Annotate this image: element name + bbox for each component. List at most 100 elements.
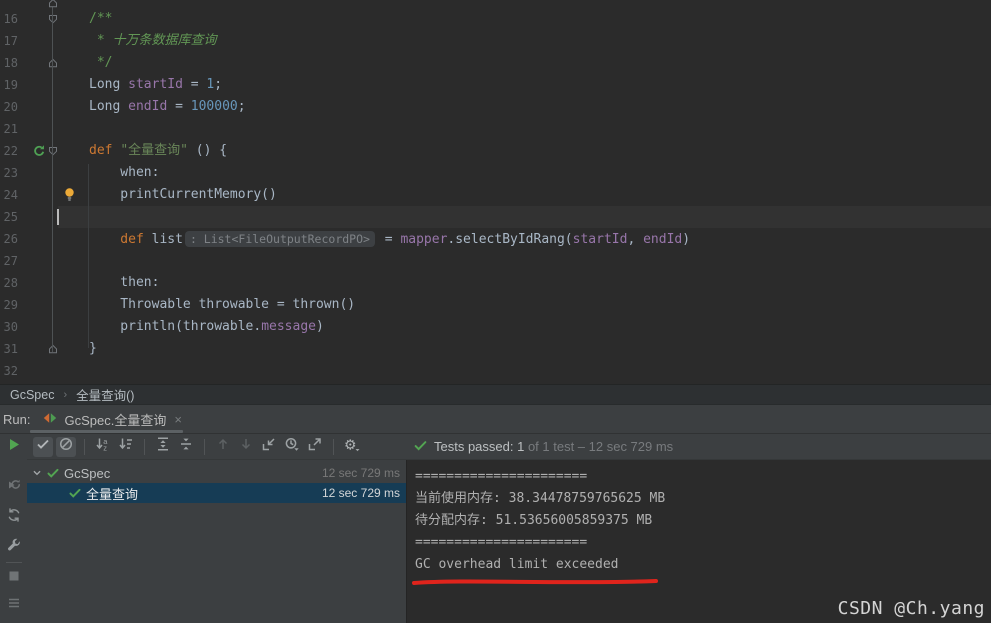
chevron-down-icon[interactable] bbox=[30, 466, 44, 480]
editor-line-32[interactable]: 32 bbox=[0, 360, 991, 382]
code-text: Long startId = 1; bbox=[58, 74, 991, 96]
stop-icon bbox=[6, 568, 22, 589]
show-ignored-button[interactable] bbox=[56, 436, 76, 457]
code-text: println(throwable.message) bbox=[58, 316, 991, 338]
toolbar-separator bbox=[84, 438, 85, 455]
circle-slash-icon bbox=[58, 436, 74, 457]
gutter-icon-area bbox=[30, 228, 48, 250]
editor-line-29[interactable]: 29 Throwable throwable = thrown() bbox=[0, 294, 991, 316]
editor-line-30[interactable]: 30 println(throwable.message) bbox=[0, 316, 991, 338]
editor-line-22[interactable]: 22 def "全量查询" () { bbox=[0, 140, 991, 162]
next-failed-test-button[interactable] bbox=[236, 437, 256, 457]
fold-column bbox=[48, 96, 58, 118]
editor-line-31[interactable]: 31} bbox=[0, 338, 991, 360]
code-text: */ bbox=[58, 52, 991, 74]
code-text: Long endId = 100000; bbox=[58, 96, 991, 118]
gutter-icon-area bbox=[30, 184, 48, 206]
dump-threads-button[interactable] bbox=[4, 595, 24, 615]
editor-line-17[interactable]: 17 * 十万条数据库查询 bbox=[0, 30, 991, 52]
play-icon bbox=[6, 436, 22, 457]
code-segment: "全量查询" bbox=[120, 143, 188, 158]
console-output[interactable]: ====================== 当前使用内存: 38.3447875… bbox=[406, 460, 991, 623]
test-duration: 12 sec 729 ms bbox=[321, 466, 400, 480]
code-segment: ; bbox=[237, 99, 246, 114]
arrow-up-icon bbox=[215, 436, 231, 457]
code-segment: Long bbox=[89, 99, 129, 114]
code-segment: Long bbox=[89, 77, 129, 92]
editor-line-20[interactable]: 20 Long endId = 100000; bbox=[0, 96, 991, 118]
sort-alphabetically-button[interactable]: az bbox=[93, 437, 113, 457]
code-segment: = bbox=[376, 232, 401, 247]
sort-by-duration-button[interactable] bbox=[116, 437, 136, 457]
test-results-tree[interactable]: GcSpec 12 sec 729 ms 全量查询 12 sec 729 ms bbox=[27, 460, 406, 623]
test-runner-settings-button[interactable] bbox=[4, 537, 24, 557]
gutter-icon-area bbox=[30, 118, 48, 140]
expand-all-button[interactable] bbox=[153, 437, 173, 457]
run-tab[interactable]: GcSpec.全量查询 × bbox=[36, 405, 189, 433]
fold-marker-icon[interactable] bbox=[48, 338, 58, 360]
code-segment: endId bbox=[128, 99, 168, 114]
close-icon[interactable]: × bbox=[174, 412, 182, 427]
editor-line-27[interactable]: 27 bbox=[0, 250, 991, 272]
code-editor[interactable]: 16/** 17 * 十万条数据库查询 18 */19 Long startId = … bbox=[0, 0, 991, 384]
code-segment: /** bbox=[89, 11, 113, 26]
rerun-button[interactable] bbox=[4, 436, 24, 456]
editor-line-21[interactable]: 21 bbox=[0, 118, 991, 140]
editor-line-25[interactable]: 25 bbox=[0, 206, 991, 228]
code-segment: startId bbox=[572, 232, 628, 247]
test-tree-row[interactable]: GcSpec 12 sec 729 ms bbox=[27, 463, 406, 483]
run-left-toolbar bbox=[0, 434, 27, 623]
fold-column bbox=[48, 162, 58, 184]
fold-marker-icon[interactable] bbox=[48, 140, 58, 162]
line-number: 29 bbox=[3, 298, 18, 312]
gc-error-text: GC overhead limit exceeded bbox=[415, 557, 619, 572]
editor-line-28[interactable]: 28 then: bbox=[0, 272, 991, 294]
code-segment: ) bbox=[682, 232, 691, 247]
show-passed-button[interactable] bbox=[33, 436, 53, 457]
breadcrumb-item-class[interactable]: GcSpec bbox=[10, 388, 54, 402]
export-test-results-button[interactable] bbox=[305, 437, 325, 457]
code-segment: printCurrentMemory() bbox=[89, 187, 277, 202]
options-button[interactable]: ⚙ bbox=[342, 436, 362, 457]
console-line: ====================== bbox=[415, 535, 588, 550]
svg-text:⚙: ⚙ bbox=[344, 436, 357, 452]
wrench-icon bbox=[6, 537, 22, 558]
test-tree-row[interactable]: 全量查询 12 sec 729 ms bbox=[27, 483, 406, 503]
rerun-failed-tests-button[interactable] bbox=[4, 477, 24, 497]
fold-column bbox=[48, 30, 58, 52]
code-segment: println(throwable. bbox=[89, 319, 262, 334]
test-history-button[interactable] bbox=[282, 437, 302, 457]
fold-column bbox=[48, 360, 58, 382]
breadcrumb: GcSpec › 全量查询() bbox=[0, 384, 991, 405]
collapse-all-icon bbox=[178, 436, 194, 457]
fold-marker-icon[interactable] bbox=[48, 52, 58, 74]
run-test-icon[interactable] bbox=[30, 140, 48, 162]
editor-line-19[interactable]: 19 Long startId = 1; bbox=[0, 74, 991, 96]
stop-button[interactable] bbox=[4, 568, 24, 588]
editor-line-23[interactable]: 23 when: bbox=[0, 162, 991, 184]
fold-column bbox=[48, 74, 58, 96]
export-icon bbox=[307, 436, 323, 457]
editor-line-24[interactable]: 24 printCurrentMemory() bbox=[0, 184, 991, 206]
code-segment: ; bbox=[214, 77, 223, 92]
breadcrumb-item-method[interactable]: 全量查询() bbox=[76, 385, 134, 404]
editor-line-16[interactable]: 16 /** bbox=[0, 8, 991, 30]
collapse-all-button[interactable] bbox=[176, 437, 196, 457]
ide-window: 16/** 17 * 十万条数据库查询 18 */19 Long startId = … bbox=[0, 0, 991, 623]
sort-list-icon bbox=[118, 436, 134, 457]
toggle-auto-test-button[interactable] bbox=[4, 507, 24, 527]
editor-line-26[interactable]: 26 def list: List<FileOutputRecordPO> = … bbox=[0, 228, 991, 250]
code-text: /** bbox=[58, 8, 991, 30]
import-test-results-button[interactable] bbox=[259, 437, 279, 457]
test-status: Tests passed: 1 of 1 test – 12 sec 729 m… bbox=[413, 434, 673, 459]
fold-region-line bbox=[52, 0, 53, 352]
tab-selected-underline bbox=[30, 430, 183, 433]
indent-guide bbox=[88, 164, 89, 348]
gutter-icon-area bbox=[30, 272, 48, 294]
console-line: GC overhead limit exceeded bbox=[412, 554, 991, 585]
console-line: 当前使用内存: 38.34478759765625 MB bbox=[415, 491, 666, 506]
fold-column bbox=[48, 316, 58, 338]
previous-failed-test-button[interactable] bbox=[213, 437, 233, 457]
editor-line-18[interactable]: 18 */ bbox=[0, 52, 991, 74]
